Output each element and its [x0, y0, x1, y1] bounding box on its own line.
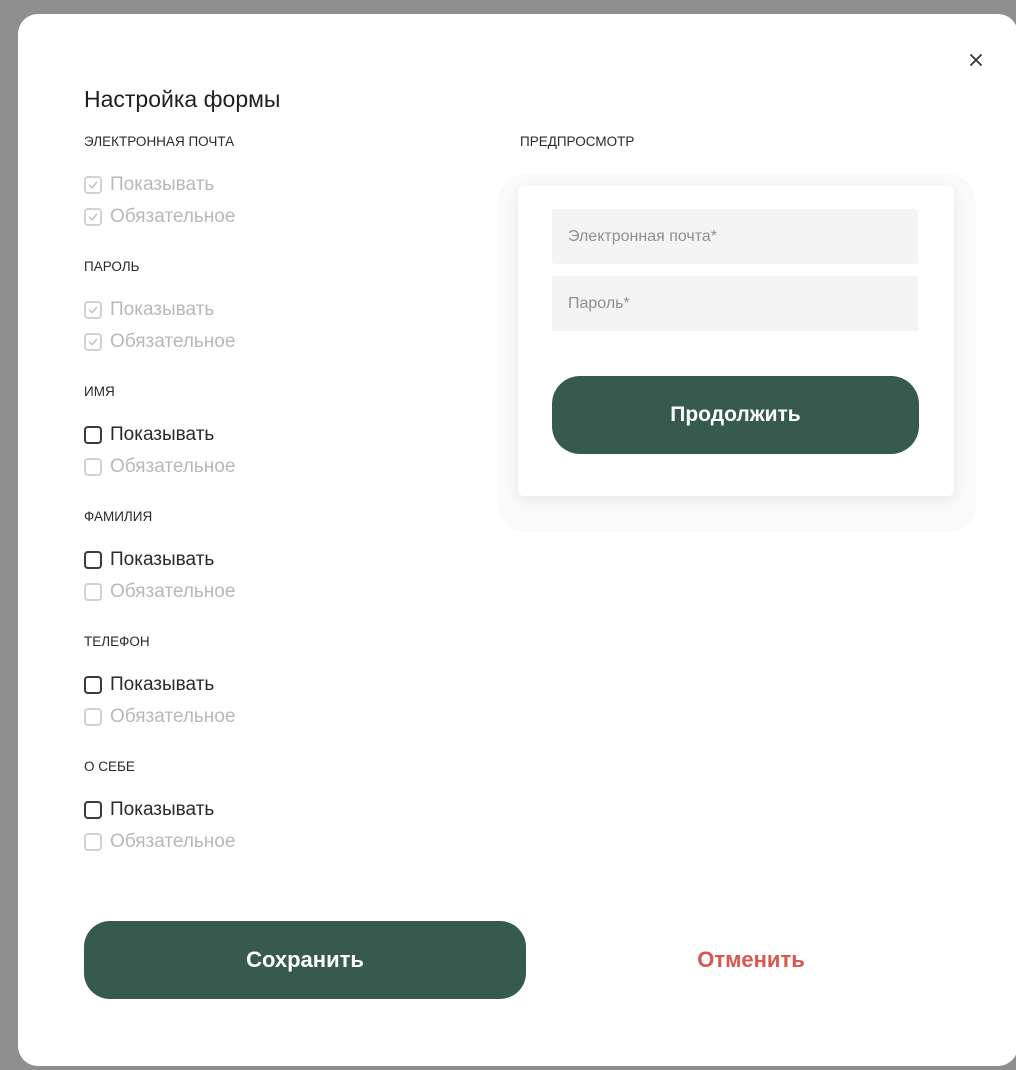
settings-section-password: ПАРОЛЬ Показывать Обязательное: [84, 257, 464, 382]
show-checkbox-email: Показывать: [84, 169, 464, 201]
close-button[interactable]: [964, 48, 988, 72]
settings-section-last-name: ФАМИЛИЯ Показывать Обязательное: [84, 507, 464, 632]
show-checkbox-about[interactable]: Показывать: [84, 794, 464, 826]
preview-password-input[interactable]: Пароль*: [552, 276, 918, 331]
required-checkbox-password: Обязательное: [84, 326, 464, 358]
checkbox-label: Показывать: [110, 674, 215, 695]
checkbox-empty-icon: [84, 551, 102, 569]
section-label: ПАРОЛЬ: [84, 259, 140, 274]
required-checkbox-about: Обязательное: [84, 826, 464, 858]
checkbox-empty-icon: [84, 583, 102, 601]
preview-continue-button[interactable]: Продолжить: [552, 376, 919, 454]
field-settings-list: ЭЛЕКТРОННАЯ ПОЧТА Показывать Обязательное П…: [84, 132, 464, 882]
settings-section-about: О СЕБЕ Показывать Обязательное: [84, 757, 464, 882]
checkbox-label: Обязательное: [110, 331, 236, 352]
required-checkbox-phone: Обязательное: [84, 701, 464, 733]
checkbox-checked-icon: [84, 208, 102, 226]
show-checkbox-first-name[interactable]: Показывать: [84, 419, 464, 451]
form-settings-modal: Настройка формы ЭЛЕКТРОННАЯ ПОЧТА Показыв…: [18, 14, 1016, 1066]
checkbox-empty-icon: [84, 708, 102, 726]
checkbox-empty-icon: [84, 833, 102, 851]
cancel-button[interactable]: Отменить: [638, 921, 864, 999]
checkbox-label: Показывать: [110, 549, 215, 570]
section-label: О СЕБЕ: [84, 759, 135, 774]
section-label: ИМЯ: [84, 384, 115, 399]
modal-title: Настройка формы: [84, 86, 281, 112]
checkbox-label: Показывать: [110, 424, 215, 445]
show-checkbox-password: Показывать: [84, 294, 464, 326]
required-checkbox-last-name: Обязательное: [84, 576, 464, 608]
checkbox-label: Обязательное: [110, 831, 236, 852]
section-label: ФАМИЛИЯ: [84, 509, 153, 524]
settings-section-email: ЭЛЕКТРОННАЯ ПОЧТА Показывать Обязательное: [84, 132, 464, 257]
checkbox-label: Показывать: [110, 174, 215, 195]
section-label: ЭЛЕКТРОННАЯ ПОЧТА: [84, 134, 235, 149]
checkbox-checked-icon: [84, 176, 102, 194]
checkbox-checked-icon: [84, 301, 102, 319]
preview-card: Электронная почта* Пароль* Продолжить: [518, 186, 954, 496]
checkbox-empty-icon: [84, 676, 102, 694]
show-checkbox-last-name[interactable]: Показывать: [84, 544, 464, 576]
settings-section-first-name: ИМЯ Показывать Обязательное: [84, 382, 464, 507]
preview-email-input[interactable]: Электронная почта*: [552, 209, 918, 264]
checkbox-empty-icon: [84, 801, 102, 819]
checkbox-checked-icon: [84, 333, 102, 351]
checkbox-label: Показывать: [110, 299, 215, 320]
preview-label: ПРЕДПРОСМОТР: [520, 134, 635, 149]
checkbox-empty-icon: [84, 458, 102, 476]
save-button[interactable]: Сохранить: [84, 921, 526, 999]
checkbox-label: Показывать: [110, 799, 215, 820]
checkbox-label: Обязательное: [110, 456, 236, 477]
checkbox-label: Обязательное: [110, 706, 236, 727]
checkbox-empty-icon: [84, 426, 102, 444]
required-checkbox-first-name: Обязательное: [84, 451, 464, 483]
section-label: ТЕЛЕФОН: [84, 634, 150, 649]
checkbox-label: Обязательное: [110, 206, 236, 227]
settings-section-phone: ТЕЛЕФОН Показывать Обязательное: [84, 632, 464, 757]
checkbox-label: Обязательное: [110, 581, 236, 602]
show-checkbox-phone[interactable]: Показывать: [84, 669, 464, 701]
required-checkbox-email: Обязательное: [84, 201, 464, 233]
close-icon: [970, 54, 982, 66]
